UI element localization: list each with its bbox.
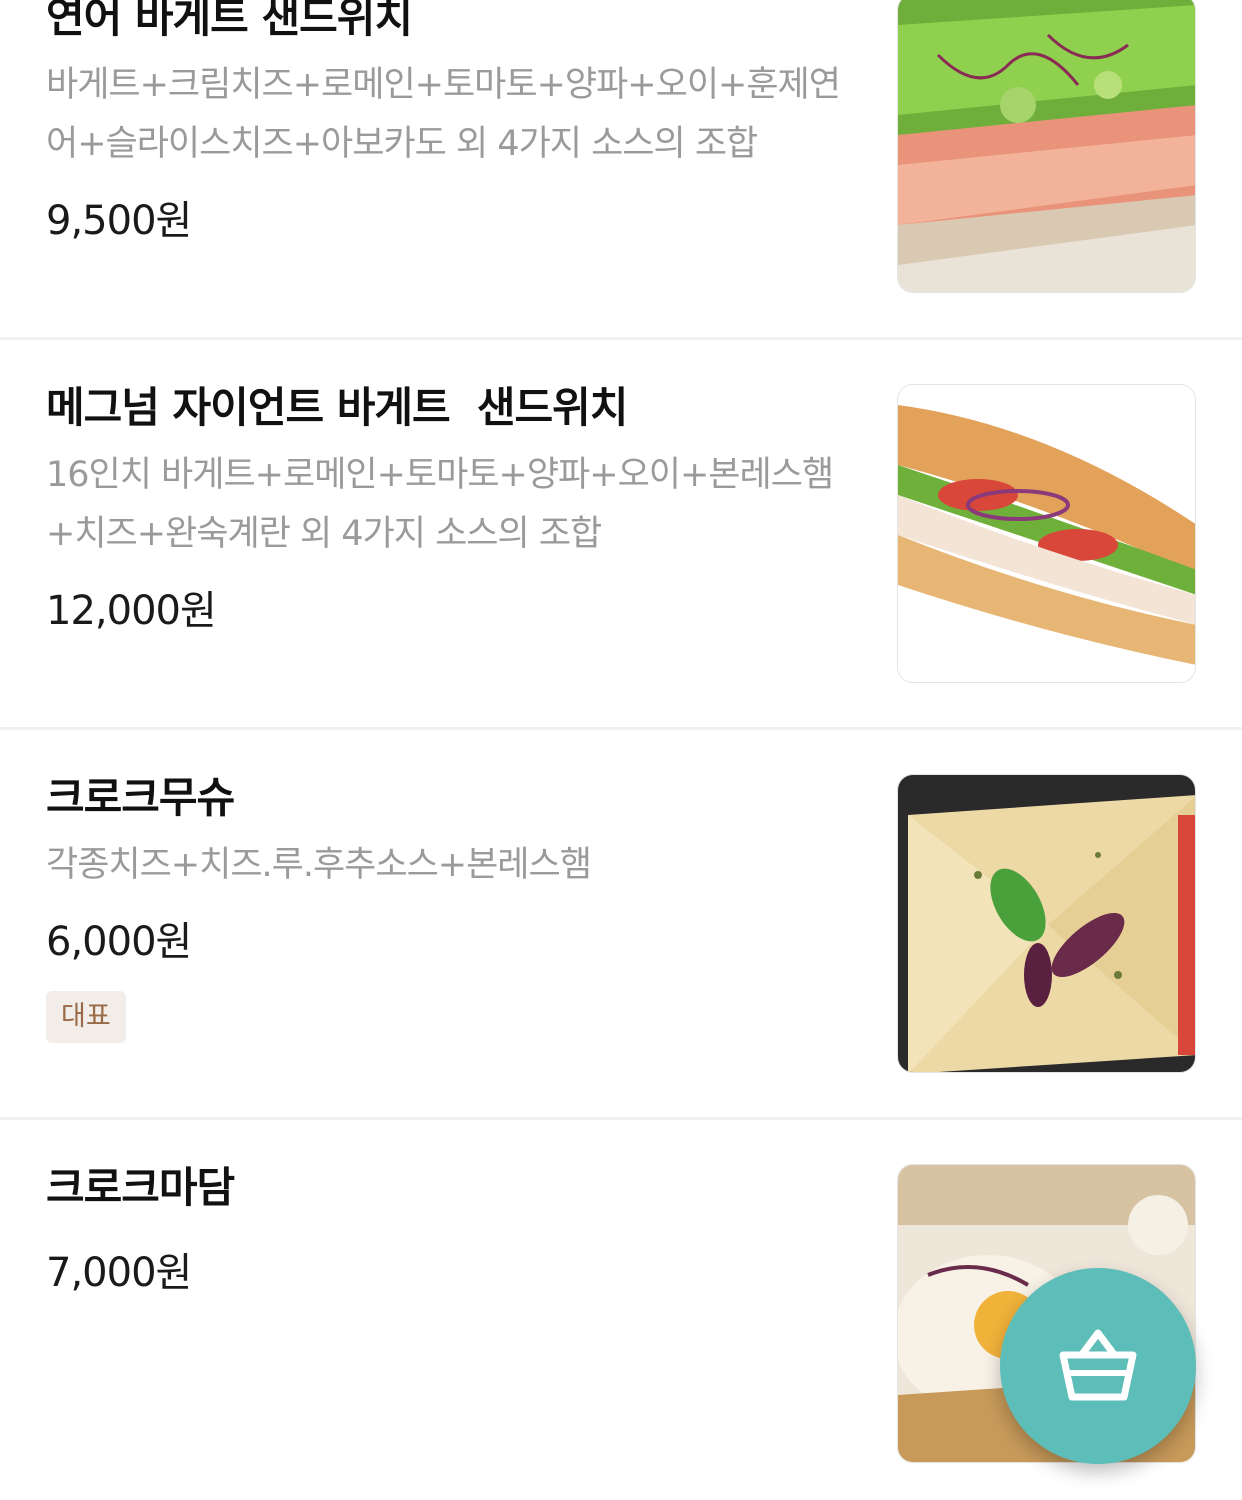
menu-item-text: 연어 바게트 샌드위치 바게트+크림치즈+로메인+토마토+양파+오이+훈제연어+…	[46, 0, 866, 248]
menu-item-name: 크로크무슈	[46, 773, 235, 822]
menu-item-description: 16인치 바게트+로메인+토마토+양파+오이+본레스햄+치즈+완숙계란 외 4가…	[46, 455, 834, 554]
menu-item-text: 크로크무슈 각종치즈+치즈.루.후추소스+본레스햄 6,000원 대표	[46, 770, 866, 1043]
signature-badge: 대표	[46, 991, 126, 1043]
shopping-basket-icon	[1059, 1329, 1137, 1401]
croque-monsieur-photo[interactable]	[897, 774, 1196, 1073]
menu-item[interactable]: 메그넘 자이언트 바게트 샌드위치 16인치 바게트+로메인+토마토+양파+오이…	[0, 340, 1242, 730]
salmon-baguette-photo[interactable]	[897, 0, 1196, 293]
menu-item[interactable]: 크로크무슈 각종치즈+치즈.루.후추소스+본레스햄 6,000원 대표	[0, 730, 1242, 1120]
menu-item-price: 6,000원	[46, 919, 192, 965]
menu-item-text: 메그넘 자이언트 바게트 샌드위치 16인치 바게트+로메인+토마토+양파+오이…	[46, 380, 866, 638]
giant-baguette-photo[interactable]	[897, 384, 1196, 683]
menu-item-price: 7,000원	[46, 1250, 192, 1296]
cart-button[interactable]	[1000, 1268, 1196, 1464]
menu-item-price: 12,000원	[46, 588, 217, 634]
menu-item-description: 바게트+크림치즈+로메인+토마토+양파+오이+훈제연어+슬라이스치즈+아보카도 …	[46, 65, 841, 164]
menu-item[interactable]: 연어 바게트 샌드위치 바게트+크림치즈+로메인+토마토+양파+오이+훈제연어+…	[0, 0, 1242, 340]
menu-item-name: 메그넘 자이언트 바게트 샌드위치	[46, 383, 628, 432]
menu-item-price: 9,500원	[46, 198, 192, 244]
menu-item-name: 연어 바게트 샌드위치	[46, 0, 413, 42]
menu-item-name: 크로크마담	[46, 1163, 235, 1212]
menu-item-description: 각종치즈+치즈.루.후추소스+본레스햄	[46, 845, 592, 885]
menu-item-text: 크로크마담 7,000원	[46, 1160, 866, 1300]
